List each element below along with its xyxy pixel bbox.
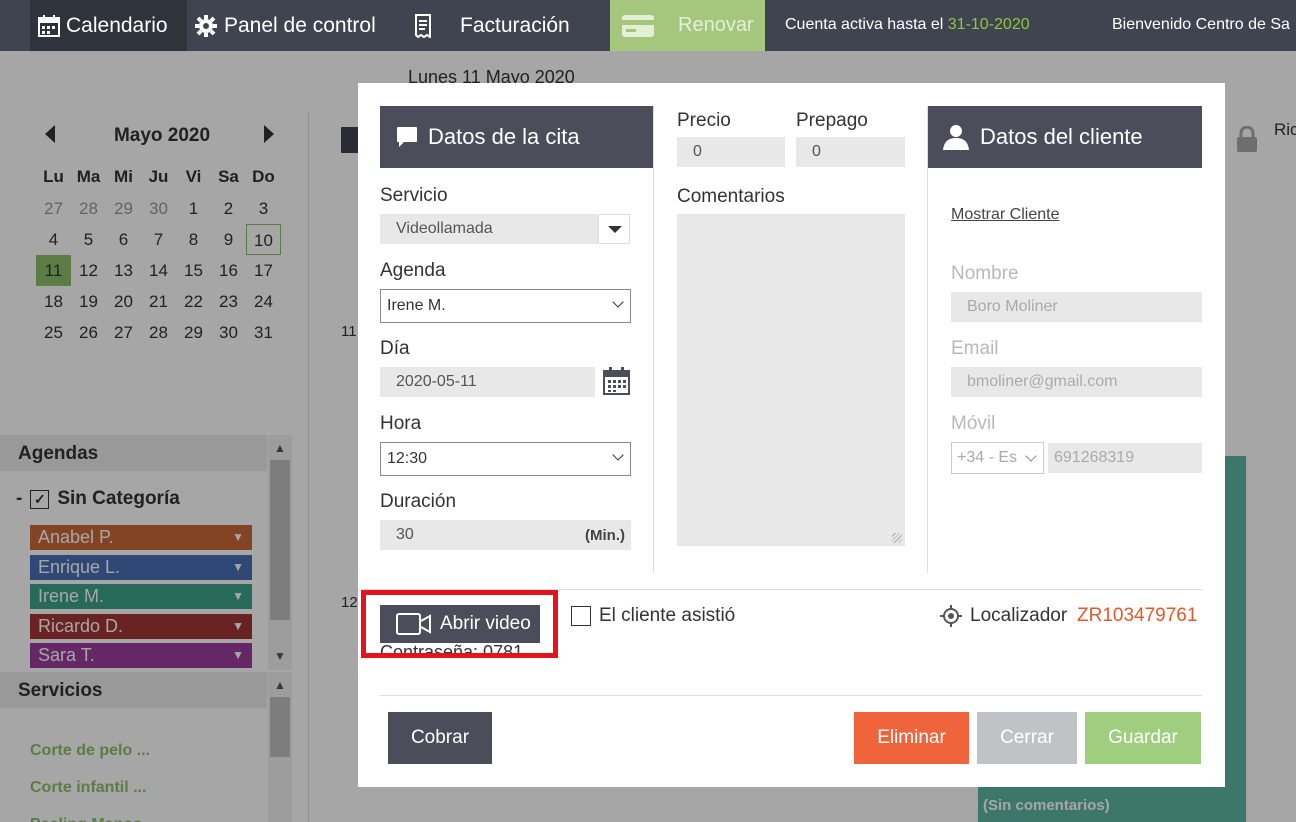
prepay-input[interactable]: 0 bbox=[796, 137, 905, 167]
delete-button[interactable]: Eliminar bbox=[854, 712, 969, 764]
calendar-icon bbox=[38, 14, 60, 37]
agenda-label: Agenda bbox=[380, 260, 446, 281]
column-divider bbox=[927, 106, 928, 573]
mobile-input[interactable]: 691268319 bbox=[1048, 443, 1202, 473]
credit-card-icon bbox=[622, 14, 654, 37]
prepay-label: Prepago bbox=[796, 110, 868, 131]
attended-checkbox[interactable] bbox=[571, 606, 591, 626]
duration-value: 30 bbox=[396, 526, 414, 543]
service-select[interactable]: Videollamada bbox=[380, 214, 598, 244]
price-label: Precio bbox=[677, 110, 731, 131]
column-divider bbox=[653, 106, 654, 573]
client-data-header: Datos del cliente bbox=[928, 106, 1202, 168]
agenda-select-value: Irene M. bbox=[387, 297, 446, 314]
resize-handle-icon[interactable] bbox=[892, 533, 902, 543]
email-label: Email bbox=[951, 338, 999, 359]
save-button[interactable]: Guardar bbox=[1085, 712, 1201, 764]
appointment-data-header: Datos de la cita bbox=[380, 106, 653, 168]
country-code-select[interactable]: +34 - Es bbox=[951, 442, 1044, 474]
welcome-text: Bienvenido Centro de Sa bbox=[1112, 16, 1290, 33]
email-input[interactable]: bmoliner@gmail.com bbox=[951, 367, 1202, 397]
nav-control-panel-label: Panel de control bbox=[224, 13, 376, 37]
mobile-label: Móvil bbox=[951, 413, 996, 434]
account-status: Cuenta activa hasta el 31-10-2020 bbox=[785, 16, 1030, 34]
account-expiry-date: 31-10-2020 bbox=[947, 16, 1030, 33]
chevron-down-icon bbox=[612, 296, 624, 308]
time-select-value: 12:30 bbox=[387, 450, 428, 467]
time-select[interactable]: 12:30 bbox=[380, 442, 631, 476]
top-navigation-bar: Calendario Panel de control Facturación … bbox=[0, 0, 1296, 51]
renew-label: Renovar bbox=[678, 14, 754, 36]
invoice-icon bbox=[414, 13, 432, 38]
day-label: Día bbox=[380, 338, 410, 359]
show-client-link[interactable]: Mostrar Cliente bbox=[951, 206, 1059, 224]
dropdown-arrow-icon bbox=[608, 226, 622, 233]
user-icon bbox=[942, 124, 970, 150]
service-label: Servicio bbox=[380, 185, 448, 206]
price-input[interactable]: 0 bbox=[677, 137, 785, 167]
comments-textarea[interactable] bbox=[677, 214, 905, 546]
day-input[interactable]: 2020-05-11 bbox=[380, 367, 595, 397]
speech-bubble-icon bbox=[396, 126, 418, 148]
highlight-box bbox=[361, 590, 558, 658]
nav-billing[interactable]: Facturación bbox=[414, 0, 570, 51]
name-label: Nombre bbox=[951, 263, 1019, 284]
client-data-title: Datos del cliente bbox=[980, 124, 1143, 149]
name-input[interactable]: Boro Moliner bbox=[951, 292, 1202, 322]
appointment-modal: Datos de la cita Servicio Videollamada A… bbox=[358, 83, 1225, 787]
modal-divider bbox=[380, 695, 1202, 696]
agenda-select[interactable]: Irene M. bbox=[380, 289, 631, 323]
locator-label: Localizador bbox=[970, 605, 1068, 626]
gear-icon bbox=[194, 14, 218, 38]
comments-label: Comentarios bbox=[677, 186, 785, 207]
calendar-picker-icon[interactable] bbox=[603, 367, 630, 400]
nav-calendar-label: Calendario bbox=[66, 13, 168, 37]
nav-calendar[interactable]: Calendario bbox=[30, 0, 187, 51]
chevron-down-icon bbox=[612, 449, 624, 461]
appointment-data-title: Datos de la cita bbox=[428, 124, 580, 149]
attended-label: El cliente asistió bbox=[599, 605, 736, 626]
duration-unit: (Min.) bbox=[585, 527, 625, 544]
account-prefix: Cuenta activa hasta el bbox=[785, 16, 944, 33]
renew-button[interactable]: Renovar bbox=[610, 0, 765, 51]
charge-button[interactable]: Cobrar bbox=[388, 712, 492, 764]
country-code-value: +34 - Es bbox=[957, 449, 1017, 466]
service-dropdown-toggle[interactable] bbox=[598, 214, 630, 244]
crosshair-icon bbox=[940, 605, 962, 632]
close-button[interactable]: Cerrar bbox=[977, 712, 1077, 764]
time-label: Hora bbox=[380, 413, 422, 434]
nav-billing-label: Facturación bbox=[460, 13, 570, 37]
duration-label: Duración bbox=[380, 491, 457, 512]
locator-value: ZR103479761 bbox=[1077, 605, 1198, 626]
duration-input[interactable]: 30 (Min.) bbox=[380, 520, 631, 550]
nav-control-panel[interactable]: Panel de control bbox=[194, 0, 376, 51]
chevron-down-icon bbox=[1025, 450, 1037, 462]
